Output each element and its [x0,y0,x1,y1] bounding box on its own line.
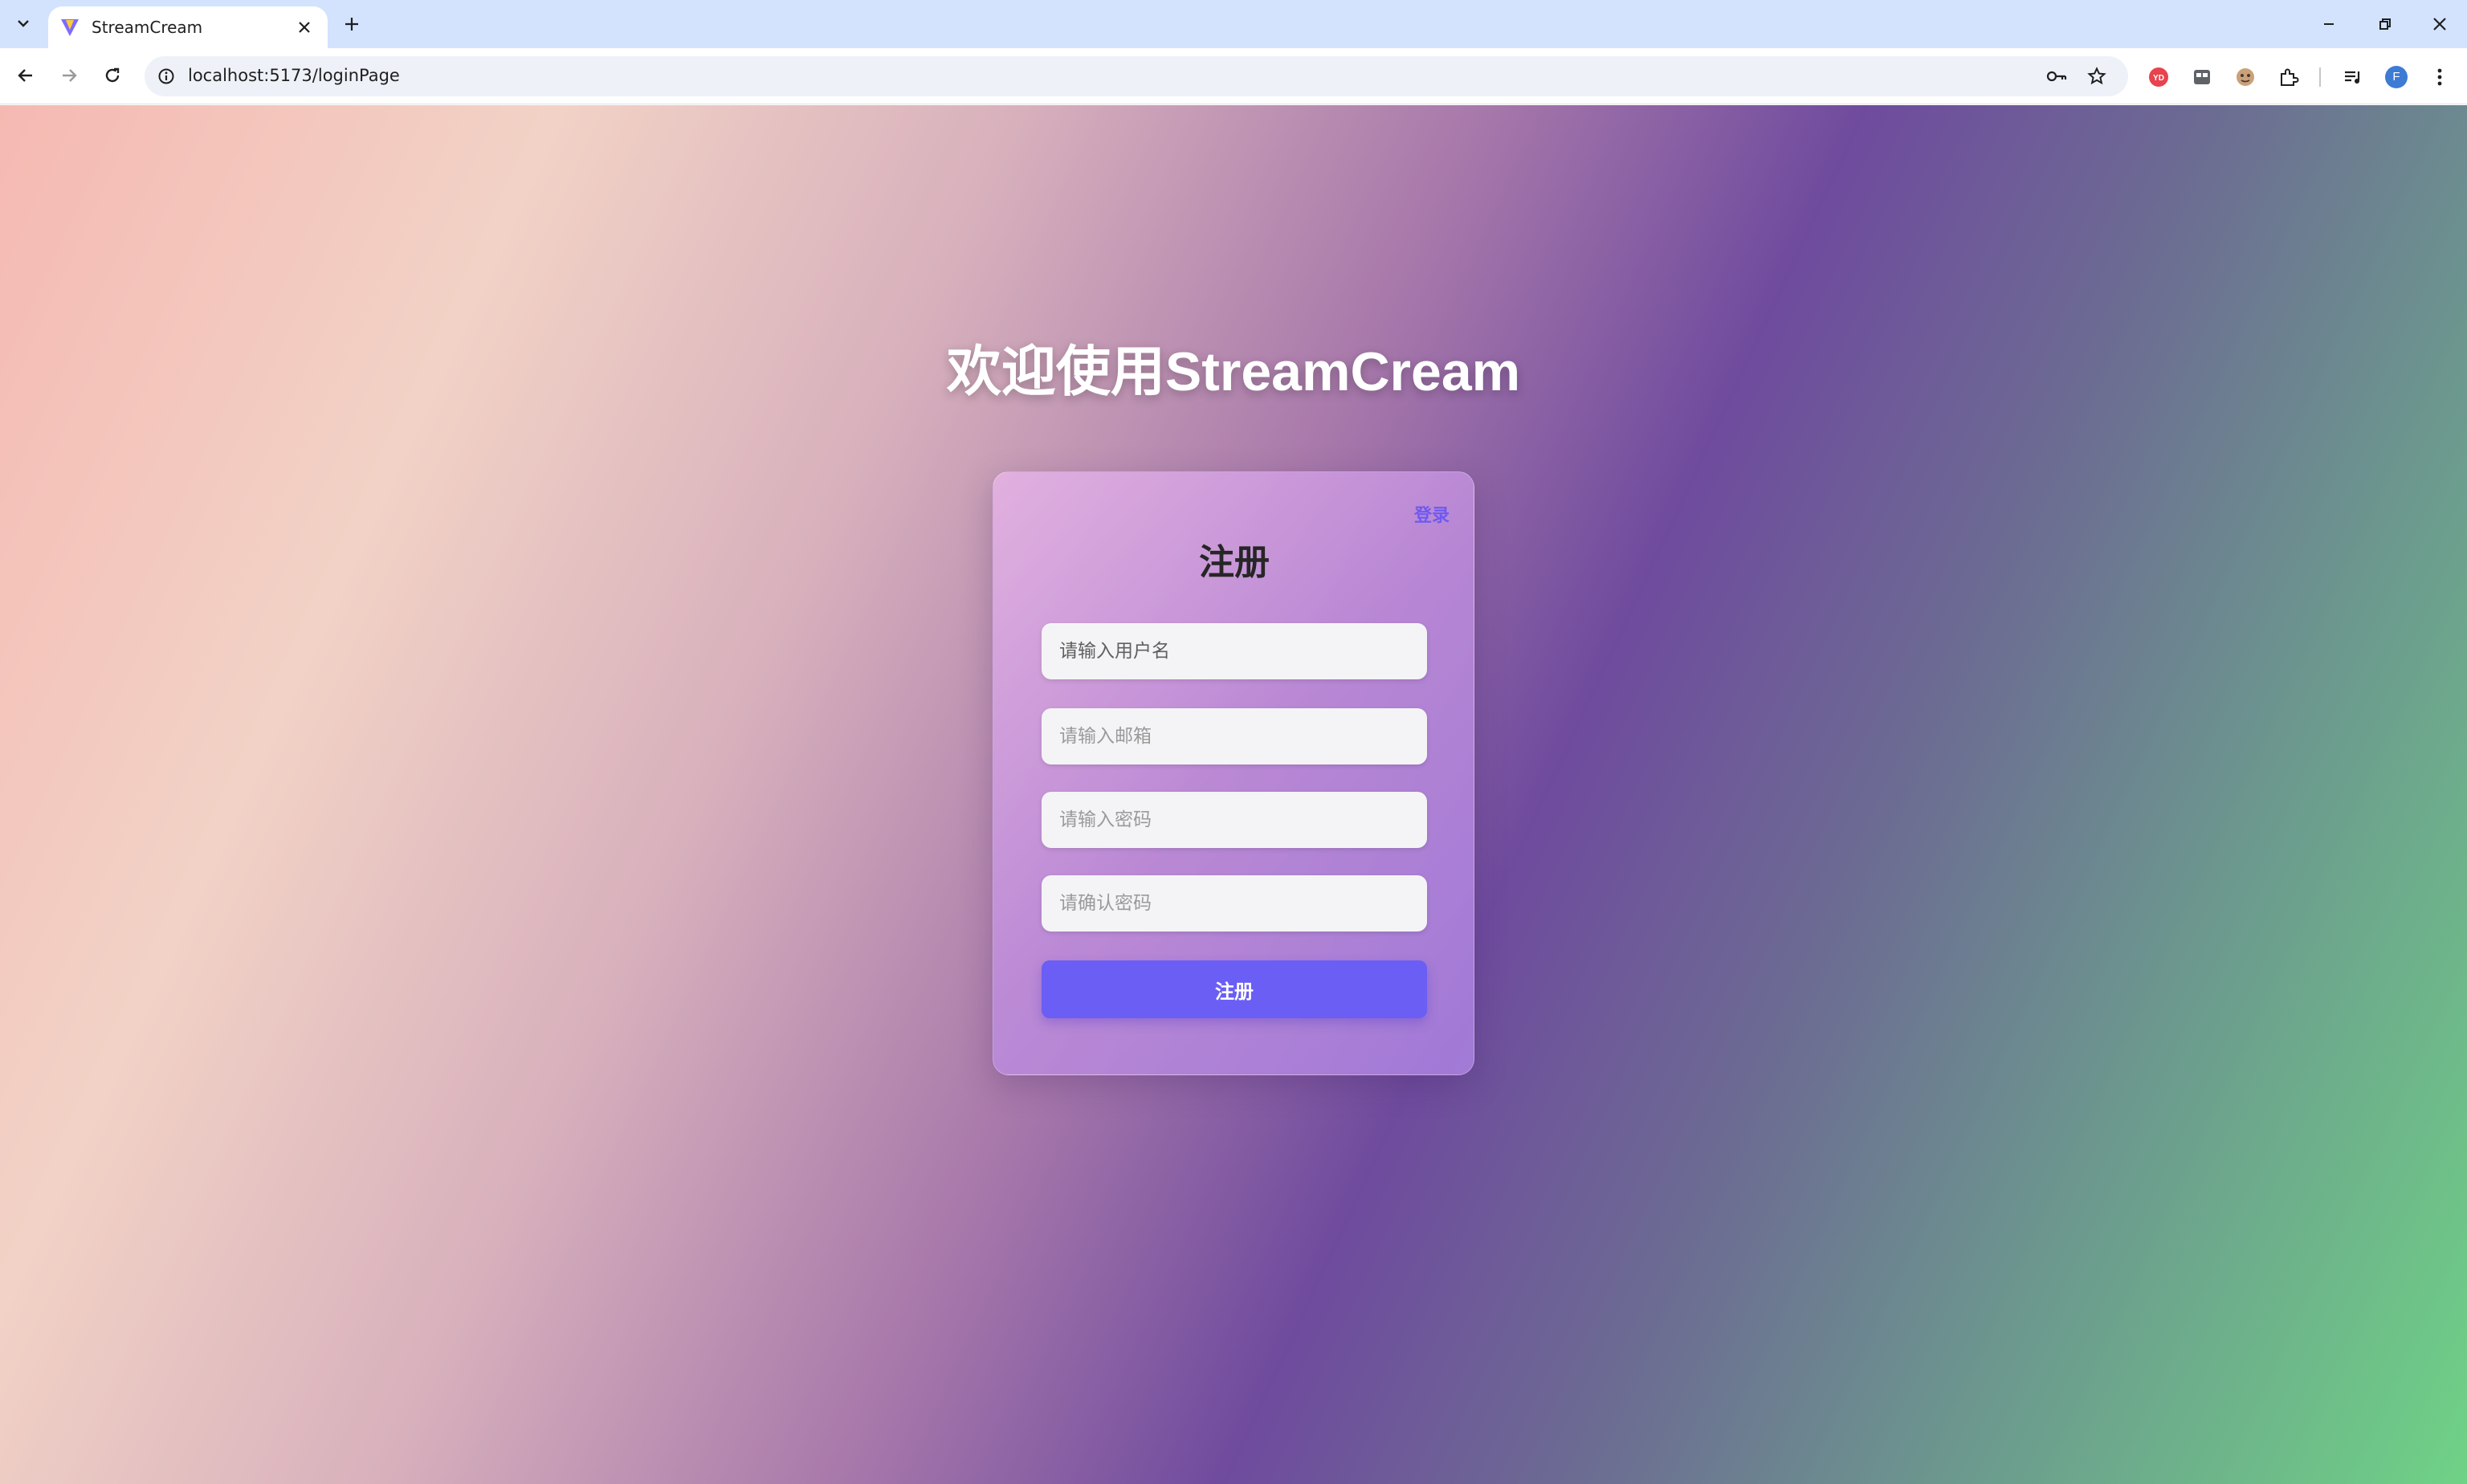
site-info-icon [158,68,174,84]
forward-button[interactable] [55,61,84,90]
register-title: 注册 [1199,542,1270,583]
minimize-icon [2324,23,2334,25]
restore-button[interactable] [2369,8,2401,40]
back-button[interactable] [11,61,40,90]
page-headline: 欢迎使用StreamCream [946,341,1521,402]
new-tab-button[interactable] [339,11,365,37]
profile-initial: F [2392,70,2400,84]
browser-menu-button[interactable] [2427,64,2453,90]
url-text: localhost:5173/loginPage [188,66,400,85]
extension-icon [2237,68,2254,86]
media-control-button[interactable] [2340,64,2366,90]
puzzle-icon [2281,68,2299,86]
confirm-password-input[interactable] [1042,875,1427,932]
address-bar[interactable]: localhost:5173/loginPage [145,56,2128,96]
vite-favicon-icon [61,19,79,36]
extensions-menu-button[interactable] [2276,64,2302,90]
close-window-button[interactable] [2424,8,2456,40]
reload-button[interactable] [98,61,127,90]
username-input[interactable] [1042,623,1427,679]
back-icon [18,69,32,82]
password-input[interactable] [1042,792,1427,848]
toolbar-separator [2319,67,2321,87]
bookmark-star-icon [2087,67,2106,85]
password-key-button[interactable] [2045,64,2069,88]
restore-icon [2379,18,2391,30]
email-input[interactable] [1042,708,1427,764]
bookmark-button[interactable] [2085,64,2109,88]
password-key-icon [2046,71,2067,82]
svg-text:YD: YD [2153,74,2164,83]
tab-title: StreamCream [92,18,203,37]
tab-search-button[interactable] [10,10,37,37]
media-control-icon [2345,71,2360,84]
extension-icon: YD [2149,67,2168,87]
site-info-button[interactable] [156,66,177,87]
extension-yd-button[interactable]: YD [2146,64,2171,90]
close-icon [2433,18,2446,31]
close-icon [299,22,310,33]
profile-avatar[interactable]: F [2383,64,2409,90]
active-tab[interactable]: StreamCream [48,6,328,48]
extension-face-button[interactable] [2233,64,2258,90]
forward-icon [63,69,77,82]
browser-toolbar: localhost:5173/loginPage YD F [0,48,2467,104]
chevron-down-icon [18,20,29,27]
extension-media-button[interactable] [2189,64,2215,90]
extension-icon [2194,70,2210,84]
minimize-button[interactable] [2313,8,2345,40]
tab-bar: StreamCream [0,0,2467,48]
tab-close-button[interactable] [294,17,315,38]
login-link[interactable]: 登录 [1414,501,1450,527]
register-card: 登录 注册 注册 [993,471,1474,1075]
page-viewport: 欢迎使用StreamCream 登录 注册 注册 [0,105,2467,1484]
register-submit-button[interactable]: 注册 [1042,960,1427,1018]
reload-icon [105,67,120,83]
kebab-menu-icon [2437,68,2442,86]
plus-icon [345,18,358,31]
